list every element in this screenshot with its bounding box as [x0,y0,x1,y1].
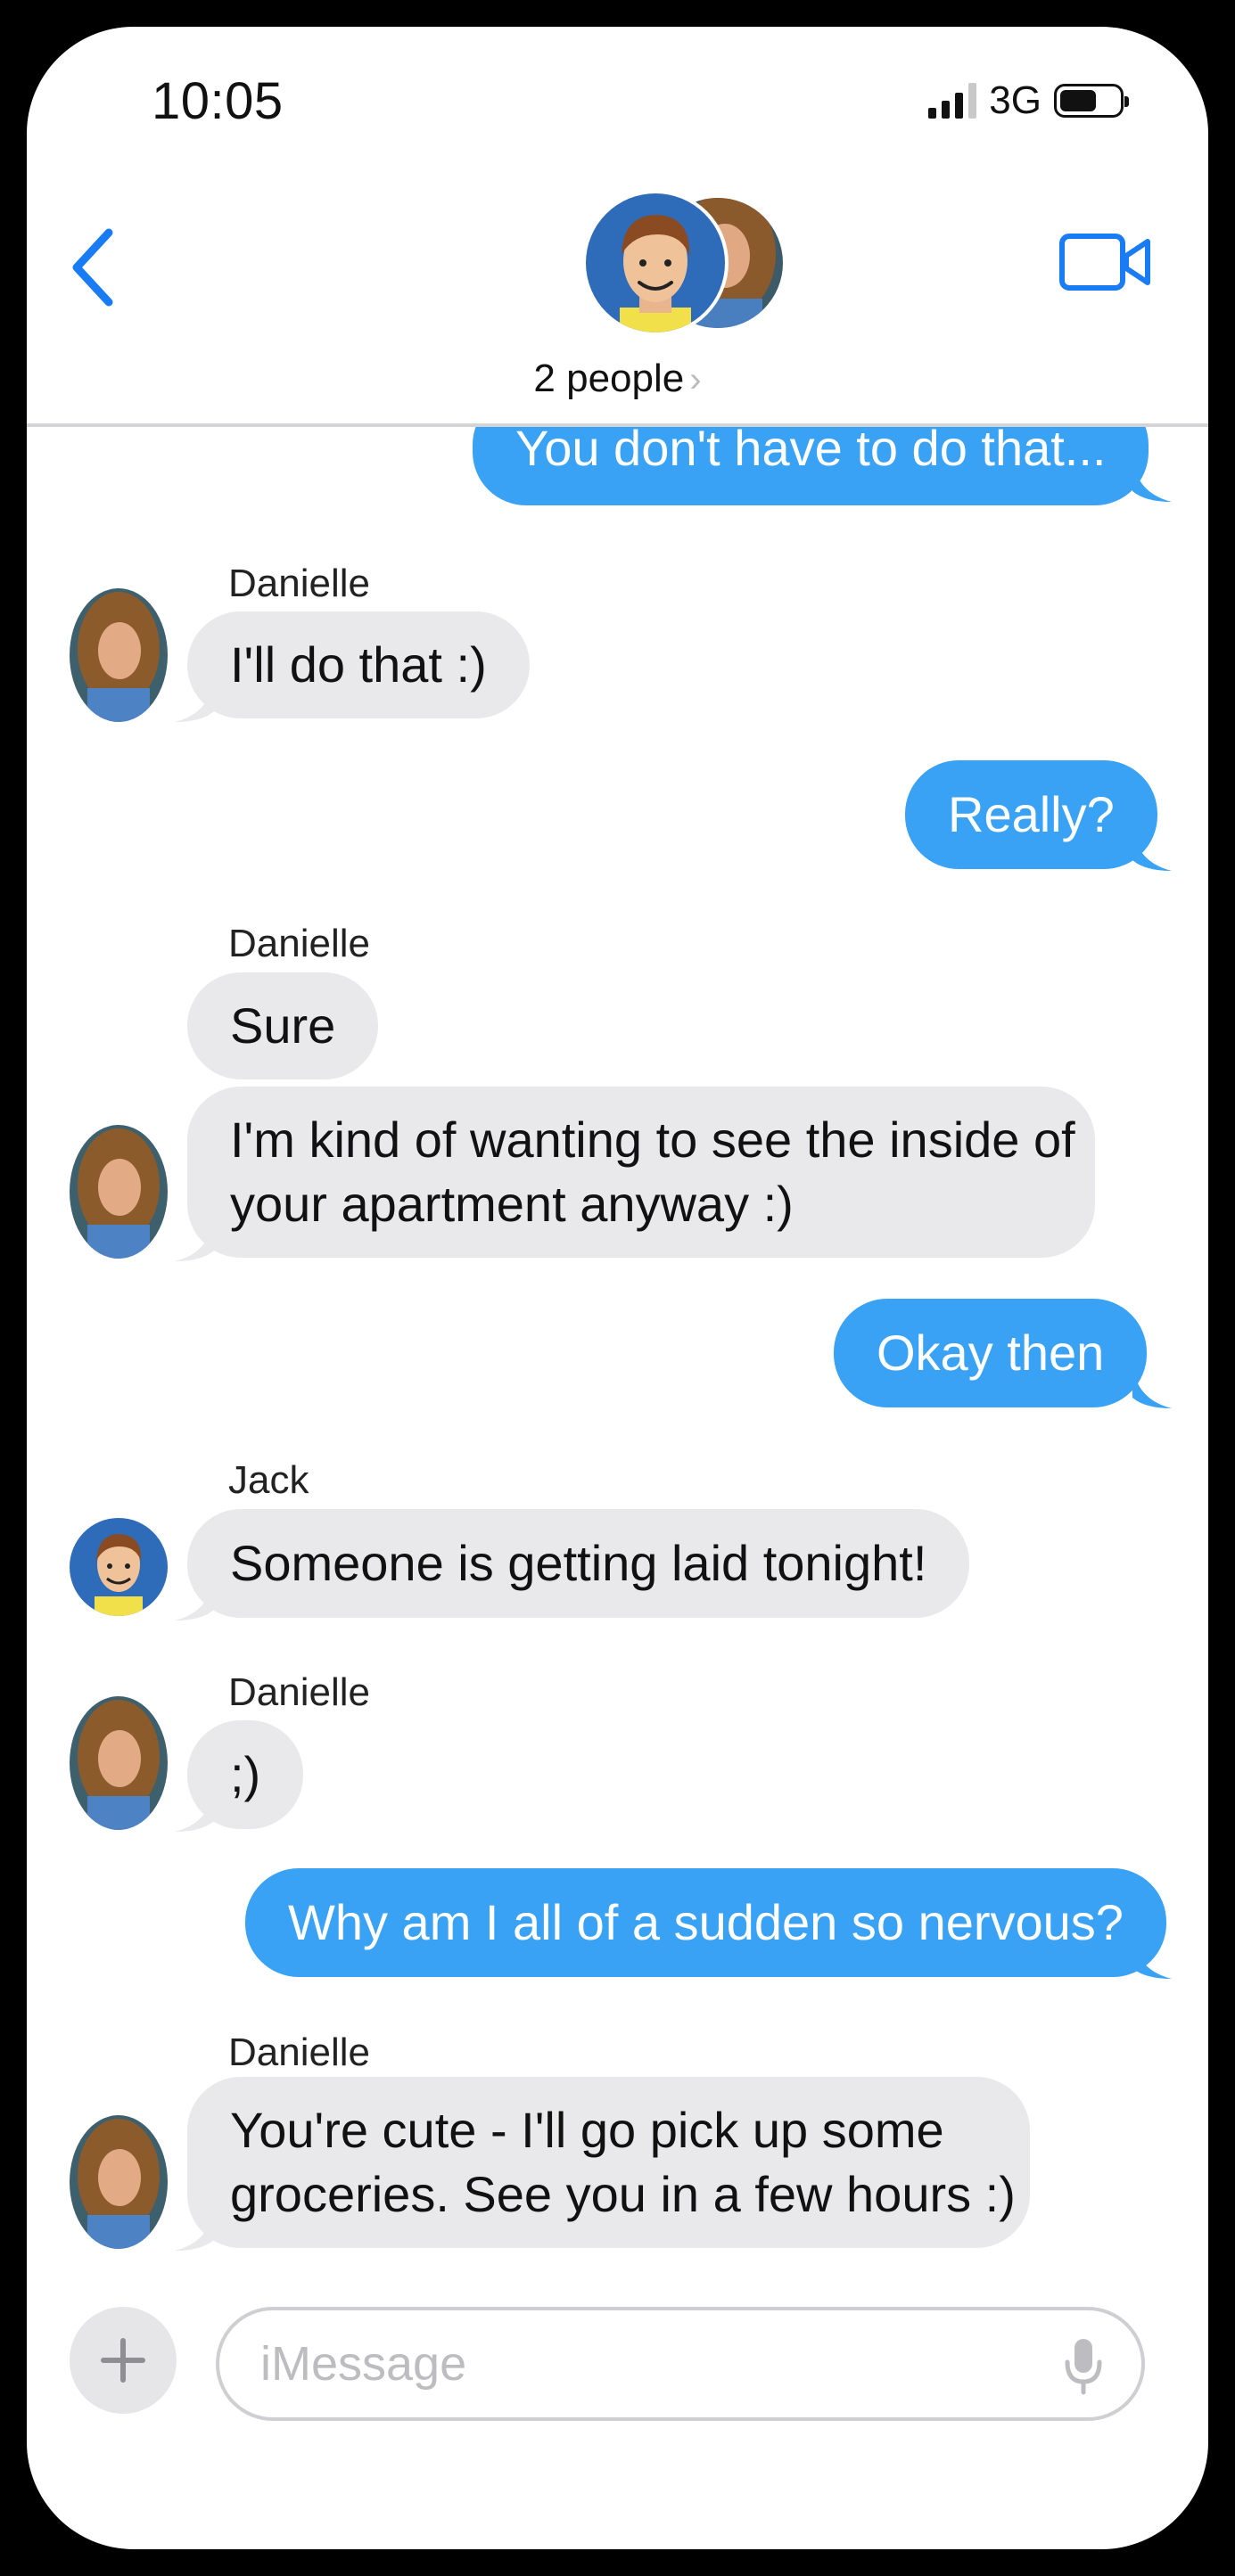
message-text: Really? [948,786,1115,842]
microphone-icon[interactable] [1061,2337,1106,2396]
message-text: You don't have to do that... [515,427,1107,476]
message-text: Why am I all of a sudden so nervous? [288,1894,1124,1950]
add-attachment-button[interactable] [70,2307,177,2414]
bubble-tail-icon [175,1787,214,1832]
bubble-tail-icon [1132,457,1172,502]
message-line: groceries. See you in a few hours :) [230,2166,1016,2222]
danielle-avatar[interactable] [70,588,168,722]
danielle-avatar[interactable] [70,1696,168,1830]
message-input[interactable]: iMessage [216,2307,1145,2421]
message-text: Sure [230,997,336,1054]
screen: 10:05 3G 2 people › You don't have to do… [27,27,1208,2549]
message-text: Okay then [877,1325,1105,1381]
clip-region: You don't have to do that... [27,427,1208,534]
message-text: Someone is getting laid tonight! [230,1535,927,1591]
message-line: your apartment anyway :) [230,1176,794,1232]
message-bubble-incoming[interactable]: You're cute - I'll go pick up some groce… [187,2077,1030,2248]
message-bubble-outgoing[interactable]: Really? [905,760,1157,869]
message-bubble-incoming[interactable]: I'm kind of wanting to see the inside of… [187,1087,1095,1258]
message-line: I'm kind of wanting to see the inside of [230,1112,1075,1168]
plus-icon [101,2338,145,2383]
sender-name: Jack [228,1458,309,1502]
danielle-avatar[interactable] [70,1125,168,1259]
message-bubble-outgoing[interactable]: Okay then [834,1299,1148,1407]
message-text: ;) [230,1746,261,1802]
message-bubble-incoming[interactable]: I'll do that :) [187,611,530,718]
bubble-tail-icon [175,2206,214,2251]
sender-name: Danielle [228,1670,370,1714]
bubble-tail-icon [175,1576,214,1620]
bubble-tail-icon [1132,1364,1172,1408]
message-line: You're cute - I'll go pick up some [230,2102,944,2158]
sender-name: Danielle [228,922,370,965]
phone-frame: 10:05 3G 2 people › You don't have to do… [0,0,1235,2576]
bubble-tail-icon [175,677,214,722]
message-thread[interactable]: You don't have to do that... Danielle I'… [27,27,1208,2309]
danielle-avatar[interactable] [70,2115,168,2249]
jack-avatar[interactable] [70,1518,168,1616]
bubble-tail-icon [1132,826,1172,871]
message-bubble-incoming[interactable]: Sure [187,972,379,1079]
message-text: I'll do that :) [230,636,487,693]
input-placeholder: iMessage [260,2337,467,2391]
message-bubble-incoming[interactable]: Someone is getting laid tonight! [187,1509,970,1618]
message-bubble-outgoing[interactable]: Why am I all of a sudden so nervous? [245,1868,1166,1977]
sender-name: Danielle [228,2030,370,2074]
sender-name: Danielle [228,562,370,605]
bubble-tail-icon [1132,1934,1172,1979]
bubble-tail-icon [175,1217,214,1261]
message-bubble-outgoing[interactable]: You don't have to do that... [473,427,1149,505]
